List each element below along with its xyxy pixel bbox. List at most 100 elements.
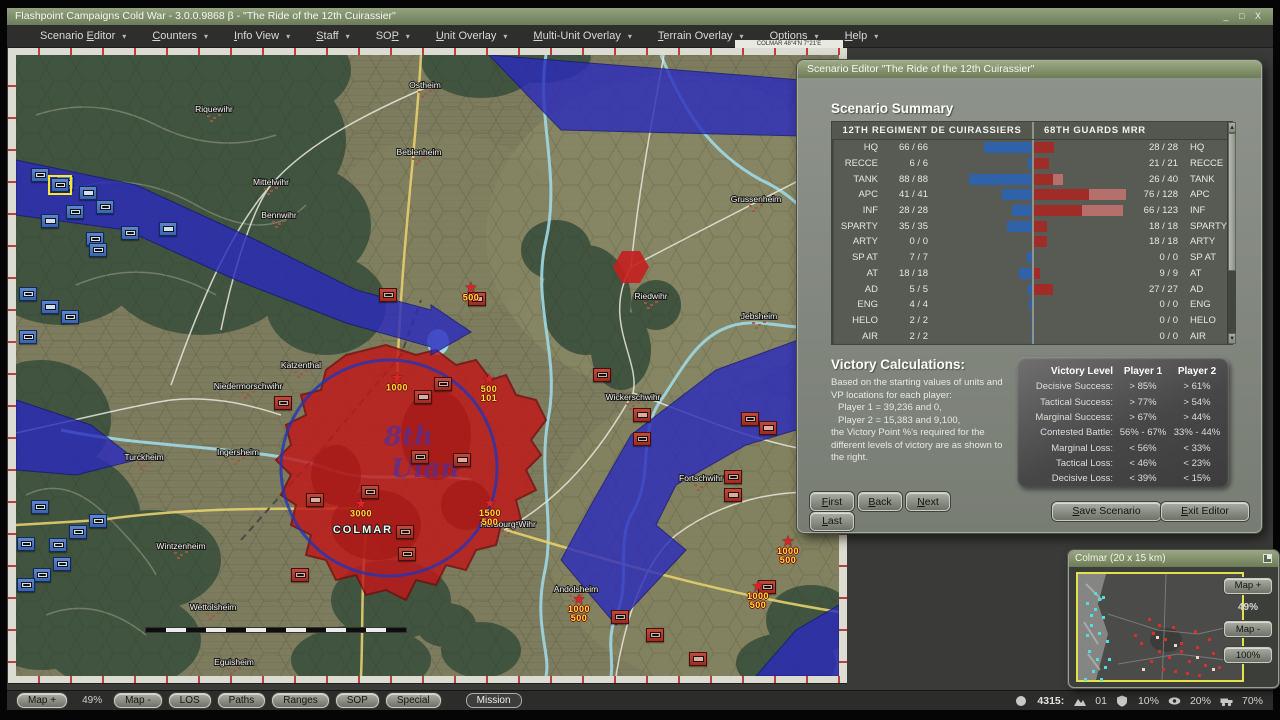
- sop-button[interactable]: SOP: [336, 693, 379, 708]
- force-table-row: INF28 / 2866 / 123INF: [832, 203, 1227, 219]
- blue-unit-counter[interactable]: [31, 168, 49, 182]
- red-unit-counter[interactable]: [646, 628, 664, 642]
- red-unit-counter[interactable]: [759, 421, 777, 435]
- inf-unit-symbol-icon: [45, 304, 56, 310]
- red-unit-counter[interactable]: [398, 547, 416, 561]
- blue-unit-counter[interactable]: [79, 186, 97, 200]
- truck-icon: [1220, 695, 1233, 707]
- window-controls[interactable]: _ □ X: [1224, 8, 1266, 25]
- red-unit-counter[interactable]: [633, 432, 651, 446]
- inf-unit-symbol-icon: [457, 457, 468, 463]
- blue-unit-counter[interactable]: [51, 178, 69, 192]
- minimap-blue-unit-dot: [1096, 658, 1099, 661]
- minimize-icon[interactable]: _: [1224, 11, 1233, 21]
- map--button[interactable]: Map +: [17, 693, 67, 708]
- scroll-down-icon[interactable]: ▼: [1228, 333, 1236, 344]
- victory-table-row: Marginal Loss:< 56%< 33%: [1021, 440, 1221, 455]
- map-ruler-bottom: [8, 676, 847, 683]
- red-unit-counter[interactable]: [396, 525, 414, 539]
- minimap-blue-unit-dot: [1090, 614, 1093, 617]
- special-button[interactable]: Special: [386, 693, 441, 708]
- dialog-title-bar[interactable]: Scenario Editor "The Ride of the 12th Cu…: [798, 61, 1261, 78]
- minimap-zoom-out-button[interactable]: Map -: [1224, 621, 1272, 637]
- menu-bar: Scenario Editor ▾Counters ▾Info View ▾St…: [7, 25, 1273, 48]
- red-unit-counter[interactable]: [414, 390, 432, 404]
- minimap-zoom-reset-button[interactable]: 100%: [1224, 647, 1272, 663]
- back-button[interactable]: Back: [858, 492, 902, 511]
- red-unit-counter[interactable]: [306, 493, 324, 507]
- save-scenario-button[interactable]: Save Scenario: [1052, 502, 1161, 521]
- blue-unit-counter[interactable]: [89, 514, 107, 528]
- blue-unit-counter[interactable]: [17, 578, 35, 592]
- force-table-row: RECCE6 / 621 / 21RECCE: [832, 156, 1227, 172]
- force-table-row: HELO2 / 20 / 0HELO: [832, 313, 1227, 329]
- exit-editor-button[interactable]: Exit Editor: [1161, 502, 1249, 521]
- victory-point-marker: ★1000500: [740, 581, 776, 609]
- blue-unit-counter[interactable]: [33, 568, 51, 582]
- menu-item-staff[interactable]: Staff ▾: [303, 30, 363, 42]
- blue-unit-counter[interactable]: [41, 300, 59, 314]
- first-button[interactable]: First: [810, 492, 854, 511]
- blue-unit-counter[interactable]: [121, 226, 139, 240]
- blue-unit-counter[interactable]: [49, 538, 67, 552]
- title-bar: Flashpoint Campaigns Cold War - 3.0.0.98…: [7, 8, 1273, 25]
- blue-unit-counter[interactable]: [66, 205, 84, 219]
- menu-item-scenario-editor[interactable]: Scenario Editor ▾: [27, 30, 139, 42]
- red-unit-counter[interactable]: [689, 652, 707, 666]
- blue-unit-counter[interactable]: [19, 287, 37, 301]
- red-unit-counter[interactable]: [379, 288, 397, 302]
- los-button[interactable]: LOS: [169, 693, 211, 708]
- minimap-red-unit-dot: [1174, 670, 1177, 673]
- red-unit-counter[interactable]: [434, 377, 452, 391]
- blue-unit-counter[interactable]: [89, 243, 107, 257]
- close-icon[interactable]: X: [1255, 11, 1265, 21]
- blue-unit-counter[interactable]: [69, 525, 87, 539]
- victory-table-row: Tactical Loss:< 46%< 23%: [1021, 456, 1221, 471]
- red-unit-counter[interactable]: [453, 453, 471, 467]
- map--button[interactable]: Map -: [114, 693, 162, 708]
- blue-unit-counter[interactable]: [53, 557, 71, 571]
- menu-item-info-view[interactable]: Info View ▾: [221, 30, 303, 42]
- movement-value: 70%: [1242, 695, 1263, 707]
- red-unit-counter[interactable]: [593, 368, 611, 382]
- blue-unit-counter[interactable]: [96, 200, 114, 214]
- menu-item-sop[interactable]: SOP ▾: [363, 30, 423, 42]
- force-table-row: AD5 / 527 / 27AD: [832, 281, 1227, 297]
- minimap-title-bar[interactable]: Colmar (20 x 15 km): [1069, 551, 1278, 567]
- blue-unit-counter[interactable]: [17, 537, 35, 551]
- red-unit-counter[interactable]: [724, 488, 742, 502]
- blue-unit-counter[interactable]: [61, 310, 79, 324]
- red-unit-counter[interactable]: [291, 568, 309, 582]
- map-frame: 8th Ulan OstheimRiquewihrBeblenheimMitte…: [8, 48, 847, 684]
- blue-unit-counter[interactable]: [41, 214, 59, 228]
- table-scrollbar[interactable]: ▲ ▼: [1227, 122, 1236, 344]
- scrollbar-thumb[interactable]: [1228, 133, 1236, 271]
- menu-item-unit-overlay[interactable]: Unit Overlay ▾: [423, 30, 521, 42]
- minimap-popout-icon[interactable]: [1263, 554, 1272, 563]
- last-button[interactable]: Last: [810, 512, 854, 531]
- red-unit-counter[interactable]: [724, 470, 742, 484]
- ranges-button[interactable]: Ranges: [272, 693, 328, 708]
- red-unit-counter[interactable]: [411, 450, 429, 464]
- maximize-icon[interactable]: □: [1239, 11, 1248, 21]
- red-unit-counter[interactable]: [633, 408, 651, 422]
- next-button[interactable]: Next: [906, 492, 950, 511]
- minimap-zoom-in-button[interactable]: Map +: [1224, 578, 1272, 594]
- blue-unit-counter[interactable]: [31, 500, 49, 514]
- red-unit-counter[interactable]: [611, 610, 629, 624]
- scroll-up-icon[interactable]: ▲: [1228, 122, 1236, 133]
- inf-unit-symbol-icon: [310, 497, 321, 503]
- blue-unit-counter[interactable]: [159, 222, 177, 236]
- menu-item-counters[interactable]: Counters ▾: [139, 30, 221, 42]
- red-unit-counter[interactable]: [741, 412, 759, 426]
- mission-toggle-button[interactable]: Mission: [466, 693, 522, 708]
- red-unit-counter[interactable]: [274, 396, 292, 410]
- force-table-header: 12TH REGIMENT DE CUIRASSIERS 68TH GUARDS…: [832, 122, 1227, 140]
- minimap-thumbnail[interactable]: [1076, 572, 1244, 682]
- victory-point-marker: ★500101: [471, 374, 507, 402]
- menu-item-multi-unit-overlay[interactable]: Multi-Unit Overlay ▾: [520, 30, 644, 42]
- blue-unit-counter[interactable]: [19, 330, 37, 344]
- paths-button[interactable]: Paths: [218, 693, 266, 708]
- victory-table-row: Tactical Success:> 77%> 54%: [1021, 395, 1221, 410]
- minimap-red-unit-dot: [1172, 626, 1175, 629]
